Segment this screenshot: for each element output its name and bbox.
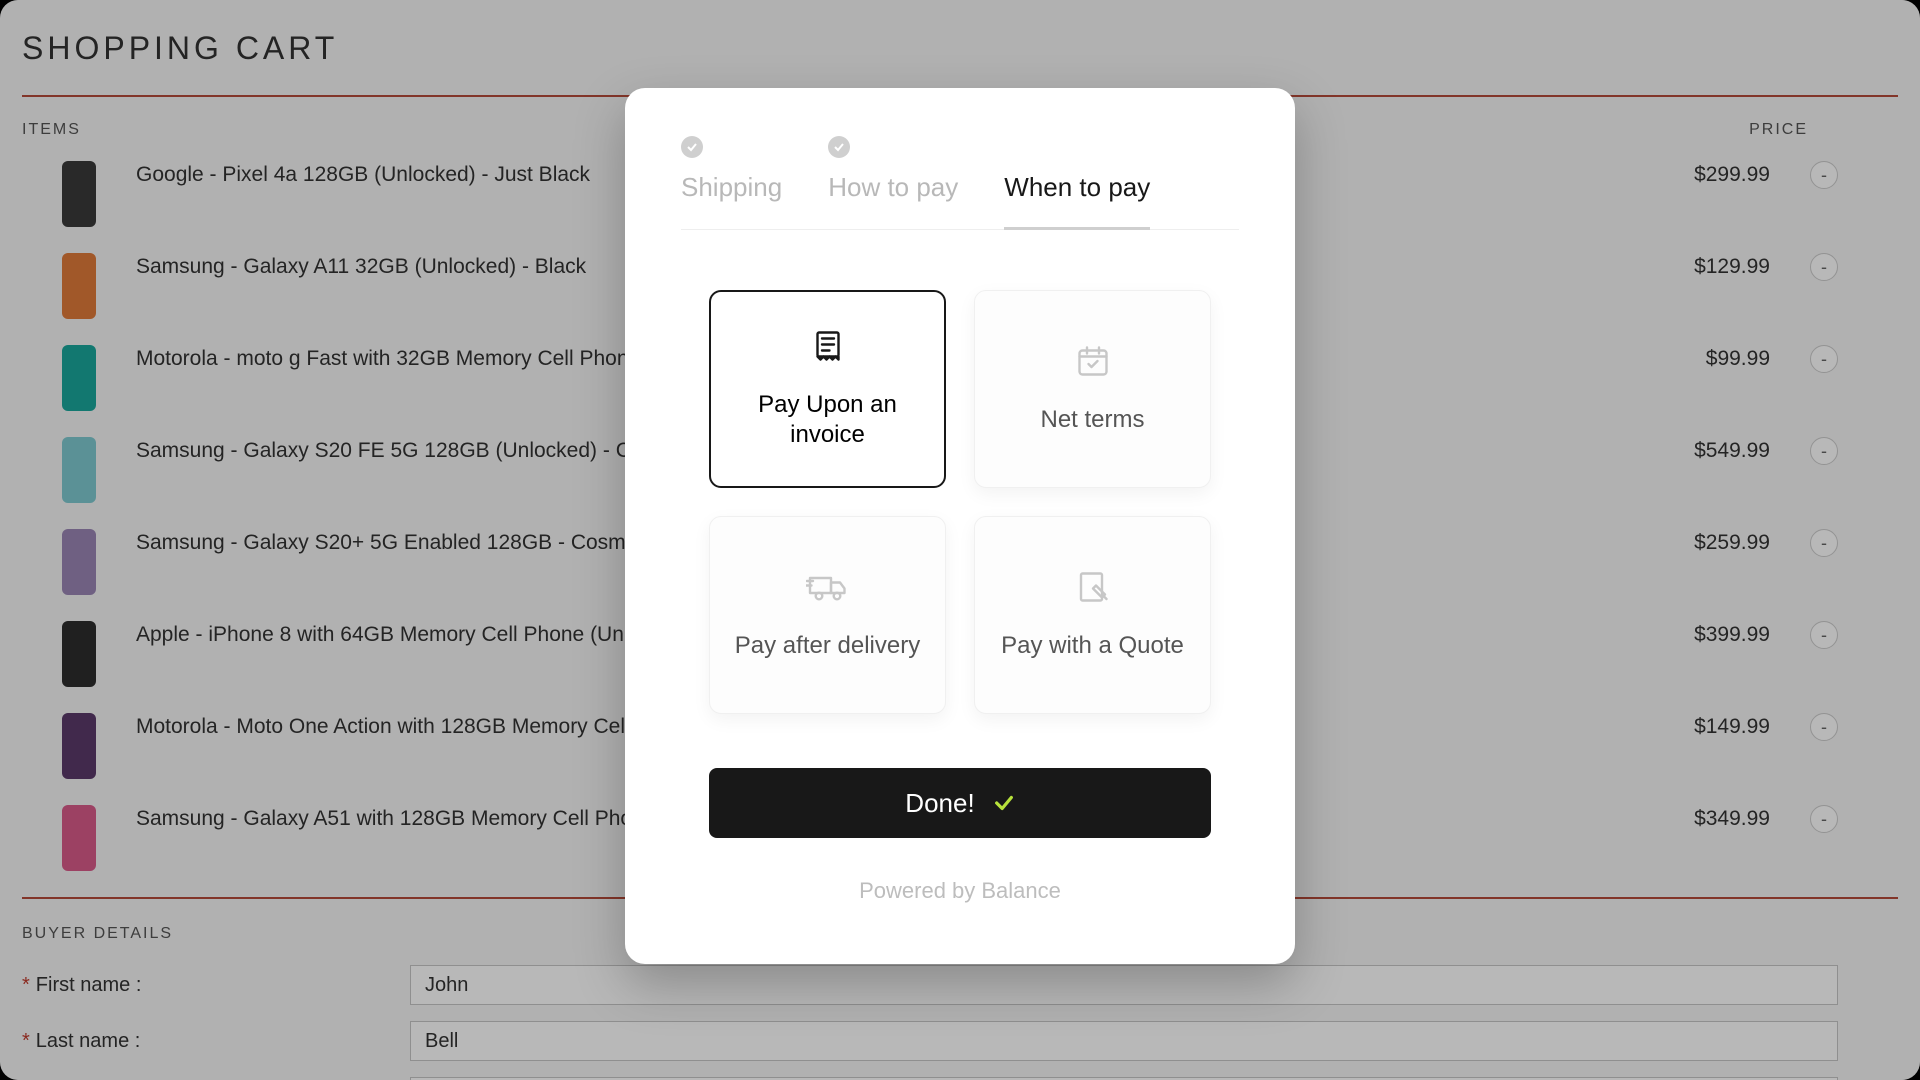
option-label: Pay after delivery xyxy=(735,631,920,661)
step-when-to-pay[interactable]: When to pay xyxy=(1004,136,1150,229)
step-label: Shipping xyxy=(681,172,782,203)
payment-modal: Shipping How to pay When to pay xyxy=(625,88,1295,964)
option-label: Pay with a Quote xyxy=(1001,631,1184,661)
check-circle-icon xyxy=(828,136,850,158)
invoice-icon xyxy=(810,328,846,364)
option-label: Pay Upon an invoice xyxy=(729,390,926,450)
check-circle-icon xyxy=(681,136,703,158)
powered-by-text: Powered by Balance xyxy=(681,878,1239,904)
done-button[interactable]: Done! xyxy=(709,768,1211,838)
check-icon xyxy=(993,792,1015,814)
option-net-terms[interactable]: Net terms xyxy=(974,290,1211,488)
option-label: Net terms xyxy=(1040,405,1144,435)
step-how-to-pay[interactable]: How to pay xyxy=(828,136,958,229)
quote-document-icon xyxy=(1075,569,1111,605)
calendar-check-icon xyxy=(1075,343,1111,379)
step-shipping[interactable]: Shipping xyxy=(681,136,782,229)
done-button-label: Done! xyxy=(905,788,974,819)
truck-icon xyxy=(806,569,850,605)
option-pay-after-delivery[interactable]: Pay after delivery xyxy=(709,516,946,714)
option-pay-with-quote[interactable]: Pay with a Quote xyxy=(974,516,1211,714)
step-label: When to pay xyxy=(1004,172,1150,203)
option-pay-upon-invoice[interactable]: Pay Upon an invoice xyxy=(709,290,946,488)
step-label: How to pay xyxy=(828,172,958,203)
